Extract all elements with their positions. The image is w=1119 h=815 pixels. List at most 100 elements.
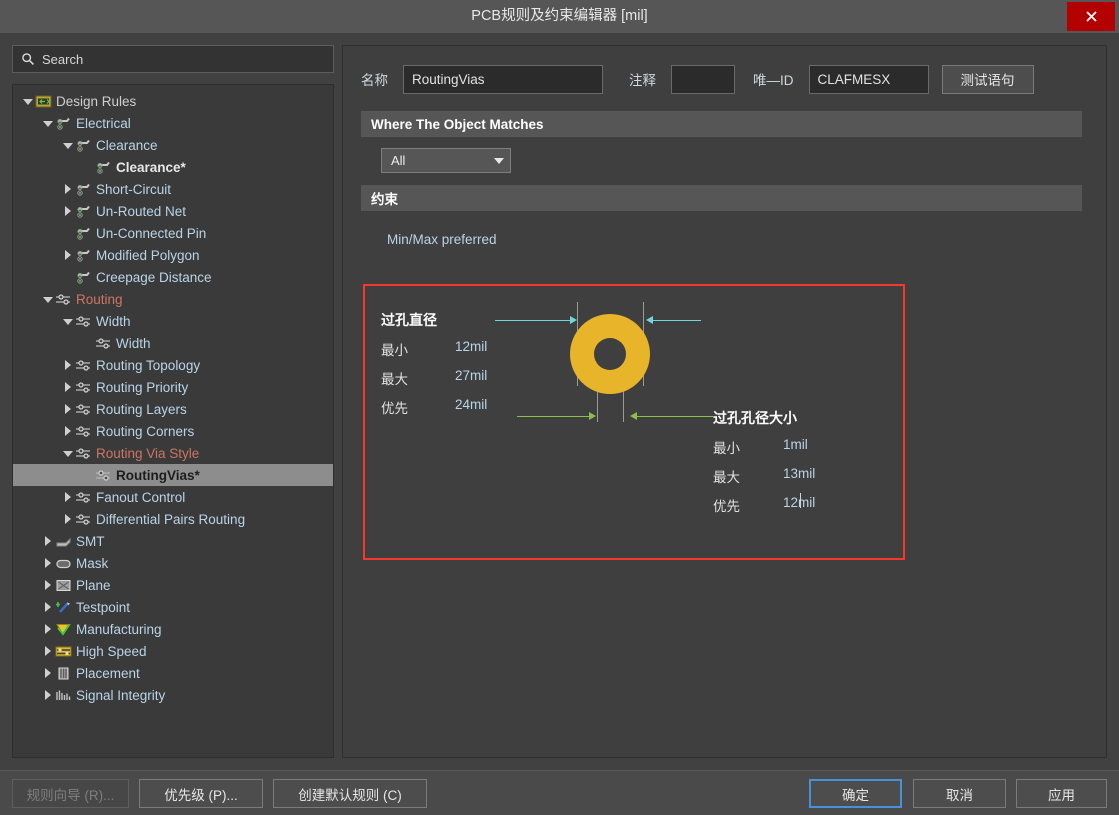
signal-icon (55, 688, 72, 703)
twisty-collapsed-icon[interactable] (61, 200, 75, 222)
rule-wizard-button[interactable]: 规则向导 (R)... (12, 779, 129, 808)
close-icon (1085, 11, 1097, 22)
tree-item-signal-integrity[interactable]: Signal Integrity (13, 684, 333, 706)
twisty-expanded-icon[interactable] (21, 90, 35, 112)
tree-item-width[interactable]: Width (13, 310, 333, 332)
tree-item-mask[interactable]: Mask (13, 552, 333, 574)
twisty-collapsed-icon[interactable] (61, 398, 75, 420)
ok-button[interactable]: 确定 (809, 779, 902, 808)
via-diameter-arrow-left (495, 320, 575, 321)
left-panel: Search Design Rules Electrical Clearance Cl… (12, 45, 334, 758)
via-diameter-preferred-label: 优先 (381, 401, 408, 416)
twisty-collapsed-icon[interactable] (41, 574, 55, 596)
design-rules-tree[interactable]: Design Rules Electrical Clearance Clearance… (12, 84, 334, 758)
routing-icon (75, 446, 92, 461)
tree-item-un-connected-pin[interactable]: Un-Connected Pin (13, 222, 333, 244)
tree-item-creepage-distance[interactable]: Creepage Distance (13, 266, 333, 288)
tree-item-fanout-control[interactable]: Fanout Control (13, 486, 333, 508)
routing-icon (95, 468, 112, 483)
close-button[interactable] (1067, 2, 1115, 31)
twisty-expanded-icon[interactable] (61, 134, 75, 156)
tree-item-routing-corners[interactable]: Routing Corners (13, 420, 333, 442)
electrical-icon (55, 116, 72, 131)
twisty-collapsed-icon[interactable] (41, 618, 55, 640)
routing-icon (75, 424, 92, 439)
tree-item-differential-pairs-routing[interactable]: Differential Pairs Routing (13, 508, 333, 530)
minmax-preferred-label: Min/Max preferred (387, 232, 497, 247)
tree-item-un-routed-net[interactable]: Un-Routed Net (13, 200, 333, 222)
via-diameter-preferred-value[interactable]: 24mil (455, 397, 487, 412)
twisty-collapsed-icon[interactable] (41, 684, 55, 706)
twisty-expanded-icon[interactable] (61, 310, 75, 332)
via-hole-graphic (594, 338, 626, 370)
cancel-button[interactable]: 取消 (913, 779, 1006, 808)
twisty-collapsed-icon[interactable] (61, 244, 75, 266)
routing-icon (75, 380, 92, 395)
tree-item-testpoint[interactable]: Testpoint (13, 596, 333, 618)
twisty-collapsed-icon[interactable] (41, 552, 55, 574)
priority-button[interactable]: 优先级 (P)... (139, 779, 263, 808)
footer-bar: 规则向导 (R)... 优先级 (P)... 创建默认规则 (C) 确定 取消 … (0, 770, 1119, 815)
twisty-expanded-icon[interactable] (41, 288, 55, 310)
window-title: PCB规则及约束编辑器 [mil] (471, 8, 648, 24)
electrical-icon (75, 270, 92, 285)
tree-item-label: Differential Pairs Routing (96, 511, 246, 527)
twisty-expanded-icon[interactable] (61, 442, 75, 464)
twisty-collapsed-icon[interactable] (61, 508, 75, 530)
tree-item-label: Width (96, 313, 131, 329)
plane-icon (55, 578, 72, 593)
rule-name-input[interactable]: RoutingVias (403, 64, 603, 94)
twisty-collapsed-icon[interactable] (61, 486, 75, 508)
via-diameter-max-value[interactable]: 27mil (455, 368, 487, 383)
tree-item-plane[interactable]: Plane (13, 574, 333, 596)
comment-input[interactable] (671, 64, 735, 94)
tree-item-manufacturing[interactable]: Manufacturing (13, 618, 333, 640)
tree-item-high-speed[interactable]: High Speed (13, 640, 333, 662)
via-diameter-min-value[interactable]: 12mil (455, 339, 487, 354)
search-input[interactable]: Search (12, 45, 334, 73)
tree-item-modified-polygon[interactable]: Modified Polygon (13, 244, 333, 266)
tree-item-routing-topology[interactable]: Routing Topology (13, 354, 333, 376)
twisty-collapsed-icon[interactable] (41, 530, 55, 552)
tree-item-smt[interactable]: SMT (13, 530, 333, 552)
tree-item-routing[interactable]: Routing (13, 288, 333, 310)
twisty-collapsed-icon[interactable] (41, 596, 55, 618)
tree-item-clearance[interactable]: Clearance* (13, 156, 333, 178)
twisty-collapsed-icon[interactable] (61, 376, 75, 398)
tree-item-short-circuit[interactable]: Short-Circuit (13, 178, 333, 200)
tree-item-label: Routing Layers (96, 401, 187, 417)
test-statement-button[interactable]: 测试语句 (941, 64, 1034, 94)
apply-button[interactable]: 应用 (1016, 779, 1107, 808)
tree-item-routingvias[interactable]: RoutingVias* (13, 464, 333, 486)
text-cursor (800, 493, 801, 508)
tree-item-routing-layers[interactable]: Routing Layers (13, 398, 333, 420)
tree-item-electrical[interactable]: Electrical (13, 112, 333, 134)
tree-item-clearance[interactable]: Clearance (13, 134, 333, 156)
via-hole-size-min-value[interactable]: 1mil (783, 437, 808, 452)
dialog-body: Search Design Rules Electrical Clearance Cl… (0, 33, 1119, 770)
twisty-collapsed-icon[interactable] (61, 354, 75, 376)
electrical-icon (75, 248, 92, 263)
create-default-rules-button[interactable]: 创建默认规则 (C) (273, 779, 427, 808)
tree-item-routing-via-style[interactable]: Routing Via Style (13, 442, 333, 464)
via-hole-size-max-value[interactable]: 13mil (783, 466, 815, 481)
tree-item-width[interactable]: Width (13, 332, 333, 354)
scope-dropdown[interactable]: All (381, 148, 511, 173)
via-diameter-min-label: 最小 (381, 343, 408, 358)
unique-id-input[interactable]: CLAFMESX (808, 64, 929, 94)
tree-item-placement[interactable]: Placement (13, 662, 333, 684)
twisty-expanded-icon[interactable] (41, 112, 55, 134)
tree-item-label: Routing (76, 291, 123, 307)
tree-item-label: Modified Polygon (96, 247, 200, 263)
routing-icon (75, 358, 92, 373)
manufacturing-icon (55, 622, 72, 637)
via-hole-size-preferred-label: 优先 (713, 499, 740, 514)
twisty-collapsed-icon[interactable] (61, 178, 75, 200)
tree-item-design-rules[interactable]: Design Rules (13, 90, 333, 112)
twisty-collapsed-icon[interactable] (61, 420, 75, 442)
twisty-collapsed-icon[interactable] (41, 640, 55, 662)
twisty-collapsed-icon[interactable] (41, 662, 55, 684)
tree-item-label: Un-Connected Pin (96, 225, 207, 241)
constraints-header: 约束 (361, 185, 1082, 211)
tree-item-routing-priority[interactable]: Routing Priority (13, 376, 333, 398)
